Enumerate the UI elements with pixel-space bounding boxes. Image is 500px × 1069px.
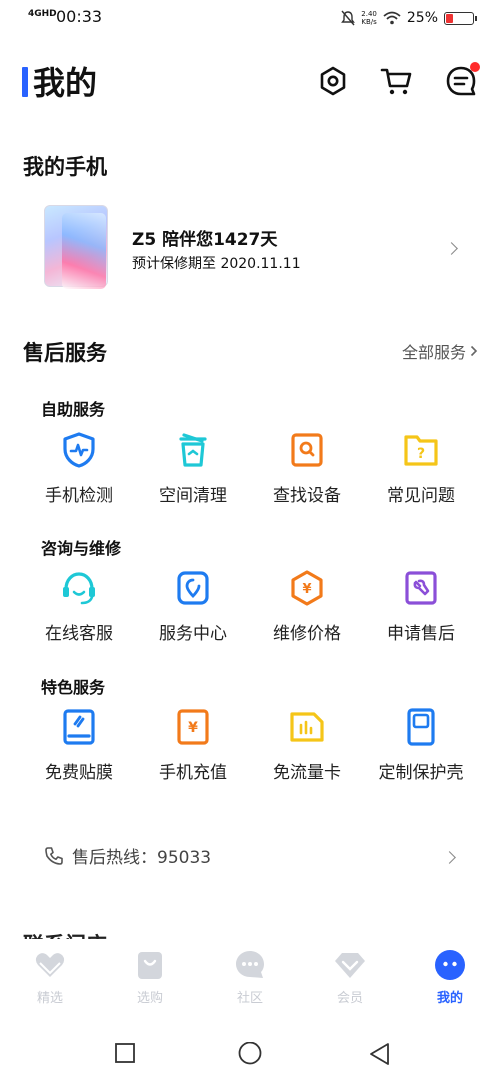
service-label: 手机充值 <box>159 763 227 783</box>
service-label: 查找设备 <box>273 486 341 506</box>
service-label: 空间清理 <box>159 486 227 506</box>
nav-label: 我的 <box>436 991 463 1006</box>
battery-percent: 25% <box>406 10 438 26</box>
phone-case-icon <box>407 708 435 746</box>
all-services-label: 全部服务 <box>401 343 466 362</box>
phone-name: Z5 陪伴您1427天 <box>132 230 278 250</box>
svg-text:?: ? <box>417 446 425 462</box>
nav-label: 精选 <box>36 991 63 1006</box>
service-apply-after-sales[interactable]: 申请售后 <box>364 569 478 644</box>
shopping-bag-icon <box>138 952 162 979</box>
phone-icon <box>45 846 63 865</box>
service-custom-case[interactable]: 定制保护壳 <box>364 708 478 783</box>
battery-level <box>446 13 453 23</box>
service-label: 定制保护壳 <box>378 763 464 783</box>
settings-button[interactable] <box>316 64 350 98</box>
net-speed-unit: KB/s <box>361 18 377 26</box>
yen-card-icon: ¥ <box>177 709 209 745</box>
cart-icon <box>380 68 412 95</box>
service-label: 手机检测 <box>45 486 113 506</box>
my-phone-card[interactable]: Z5 陪伴您1427天 预计保修期至 2020.11.11 <box>0 205 500 295</box>
hotline-text: 售后热线：95033 <box>72 848 212 868</box>
page-title: 我的 <box>33 64 98 102</box>
mute-icon <box>341 10 356 26</box>
messages-button[interactable] <box>444 62 480 98</box>
service-label: 服务中心 <box>159 624 227 644</box>
service-phone-topup[interactable]: ¥ 手机充值 <box>136 708 250 783</box>
service-label: 常见问题 <box>387 486 455 506</box>
vip-diamond-icon <box>335 953 365 978</box>
net-speed-value: 2.40 <box>361 10 377 18</box>
nav-tab-mine[interactable]: 我的 <box>400 949 500 1006</box>
nav-label: 社区 <box>236 991 263 1006</box>
wrench-icon <box>405 571 437 605</box>
status-bar: 4GHD 00:33 2.40 KB/s 25% <box>0 0 500 36</box>
service-label: 申请售后 <box>387 624 455 644</box>
find-device-icon <box>291 433 323 467</box>
service-faq[interactable]: ? 常见问题 <box>364 431 478 506</box>
system-nav-bar <box>0 1030 500 1069</box>
network-indicator: 4GHD <box>28 9 57 19</box>
battery-icon <box>444 11 477 25</box>
headset-icon <box>63 572 95 605</box>
location-pin-icon <box>177 571 209 605</box>
chevron-right-icon <box>443 851 456 864</box>
bottom-nav: 精选 选购 社区 会员 我的 <box>0 945 500 1015</box>
group-title-consult-repair: 咨询与维修 <box>41 539 122 558</box>
service-online-support[interactable]: 在线客服 <box>22 569 136 644</box>
page-header: 我的 <box>0 56 500 106</box>
nav-label: 选购 <box>136 991 163 1006</box>
svg-text:¥: ¥ <box>302 582 311 597</box>
after-sales-title: 售后服务 <box>23 341 107 365</box>
profile-dots-icon <box>435 950 465 980</box>
question-folder-icon: ? <box>404 435 438 466</box>
service-label: 免费贴膜 <box>45 763 113 783</box>
all-services-link[interactable]: 全部服务 <box>402 339 478 363</box>
nav-tab-member[interactable]: 会员 <box>300 949 400 1006</box>
featured-row: 免费贴膜 ¥ 手机充值 免流量卡 定制保护壳 <box>0 708 500 788</box>
service-label: 在线客服 <box>45 624 113 644</box>
clock: 00:33 <box>56 7 103 26</box>
chevron-right-icon <box>445 242 458 255</box>
screen-film-icon <box>63 709 95 745</box>
self-service-row: 手机检测 空间清理 查找设备 ? 常见问题 <box>0 431 500 511</box>
wifi-icon <box>383 11 401 25</box>
group-title-featured: 特色服务 <box>41 678 106 697</box>
chevron-right-icon <box>470 345 478 357</box>
chat-bubble-icon <box>236 951 264 978</box>
recent-apps-icon[interactable] <box>114 1042 136 1064</box>
service-device-check[interactable]: 手机检测 <box>22 431 136 506</box>
my-phone-title: 我的手机 <box>23 155 107 179</box>
home-icon[interactable] <box>237 1042 263 1068</box>
trash-bin-icon <box>179 433 207 467</box>
nav-label: 会员 <box>336 991 363 1006</box>
service-center[interactable]: 服务中心 <box>136 569 250 644</box>
back-icon[interactable] <box>368 1042 392 1066</box>
svg-text:¥: ¥ <box>188 720 198 736</box>
title-accent-bar <box>22 67 28 97</box>
service-free-film[interactable]: 免费贴膜 <box>22 708 136 783</box>
next-section-title: 联系门店 <box>23 925 107 939</box>
heart-icon <box>35 953 65 977</box>
service-find-device[interactable]: 查找设备 <box>250 431 364 506</box>
consult-repair-row: 在线客服 服务中心 ¥ 维修价格 申请售后 <box>0 569 500 649</box>
service-data-free-card[interactable]: 免流量卡 <box>250 708 364 783</box>
settings-hex-icon <box>320 66 346 96</box>
phone-image-front <box>62 213 106 289</box>
phone-warranty: 预计保修期至 2020.11.11 <box>132 256 301 272</box>
nav-tab-community[interactable]: 社区 <box>200 949 300 1006</box>
service-label: 维修价格 <box>273 624 341 644</box>
nav-tab-featured[interactable]: 精选 <box>0 949 100 1006</box>
nav-tab-shop[interactable]: 选购 <box>100 949 200 1006</box>
service-repair-price[interactable]: ¥ 维修价格 <box>250 569 364 644</box>
cart-button[interactable] <box>380 64 414 98</box>
service-label: 免流量卡 <box>273 763 341 783</box>
sim-card-icon <box>290 712 324 742</box>
notification-dot <box>470 62 480 72</box>
hotline-row[interactable]: 售后热线：95033 <box>44 843 211 868</box>
shield-pulse-icon <box>63 432 95 468</box>
yen-badge-icon: ¥ <box>291 570 323 606</box>
service-storage-clean[interactable]: 空间清理 <box>136 431 250 506</box>
group-title-self-service: 自助服务 <box>41 400 106 419</box>
